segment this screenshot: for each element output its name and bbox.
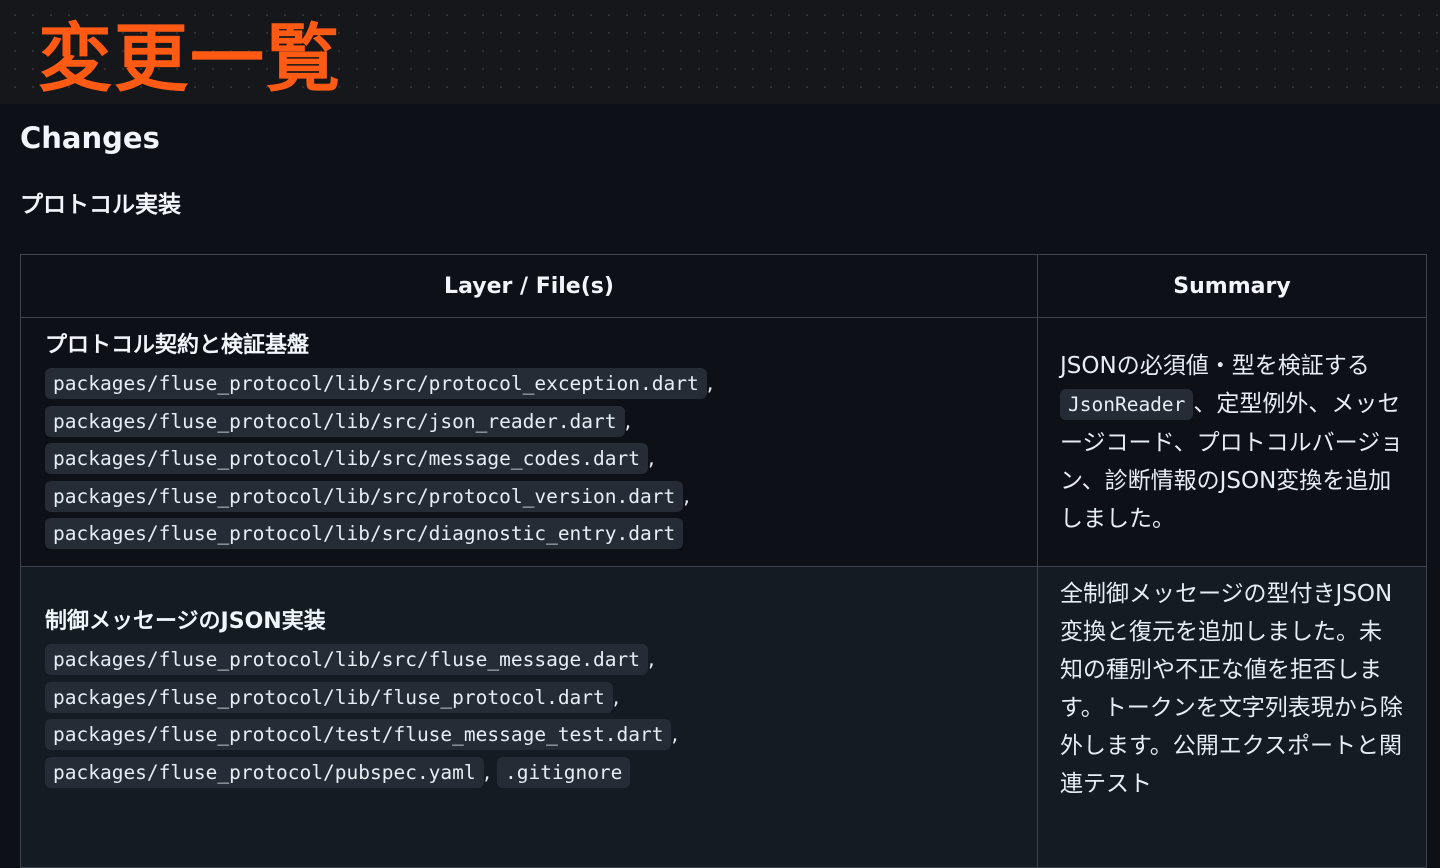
file-entry: packages/fluse_protocol/lib/src/fluse_me… (45, 641, 1013, 679)
banner-title: 変更一覧 (38, 16, 342, 102)
separator: , (624, 408, 632, 433)
summary-text: 全制御メッセージの型付きJSON変換と復元を追加しました。未知の種別や不正な値を… (1060, 581, 1403, 797)
file-entry: packages/fluse_protocol/lib/src/protocol… (45, 365, 1013, 403)
file-entry: packages/fluse_protocol/test/fluse_messa… (45, 716, 1013, 754)
separator: , (706, 371, 714, 396)
file-path: packages/fluse_protocol/lib/fluse_protoc… (45, 681, 613, 713)
file-entry: packages/fluse_protocol/lib/src/json_rea… (45, 403, 1013, 441)
file-entry: packages/fluse_protocol/lib/fluse_protoc… (45, 679, 1013, 717)
file-path: packages/fluse_protocol/lib/src/protocol… (45, 480, 684, 512)
summary-cell: 全制御メッセージの型付きJSON変換と復元を追加しました。未知の種別や不正な値を… (1037, 566, 1427, 868)
changes-table: Layer / File(s) Summary プロトコル契約と検証基盤 pac… (20, 254, 1427, 868)
table-row: プロトコル契約と検証基盤 packages/fluse_protocol/lib… (20, 317, 1427, 567)
layer-title: プロトコル契約と検証基盤 (45, 333, 310, 359)
separator: , (671, 722, 679, 747)
separator: , (683, 483, 690, 508)
file-path: packages/fluse_protocol/lib/src/json_rea… (45, 405, 625, 437)
separator: , (648, 647, 655, 671)
file-path: packages/fluse_protocol/test/fluse_messa… (45, 719, 672, 751)
file-path: packages/fluse_protocol/lib/src/protocol… (45, 368, 707, 400)
layer-cell: 制御メッセージのJSON実装 packages/fluse_protocol/l… (20, 566, 1038, 868)
file-entry: packages/fluse_protocol/lib/src/message_… (45, 440, 1013, 478)
summary-text: JSONの必須値・型を検証する (1060, 352, 1370, 379)
file-path: .gitignore (497, 756, 631, 788)
file-path: packages/fluse_protocol/lib/src/fluse_me… (45, 644, 648, 675)
header-layer-files: Layer / File(s) (20, 254, 1038, 318)
layer-cell: プロトコル契約と検証基盤 packages/fluse_protocol/lib… (20, 317, 1038, 567)
header-summary: Summary (1037, 254, 1427, 318)
section-heading: Changes (20, 121, 160, 155)
file-entry: packages/fluse_protocol/lib/src/diagnost… (45, 515, 1013, 553)
title-banner: 変更一覧 (0, 0, 1440, 104)
section-subheading: プロトコル実装 (20, 192, 181, 218)
separator: , (648, 446, 655, 471)
layer-title: 制御メッセージのJSON実装 (45, 609, 326, 634)
file-entry: packages/fluse_protocol/pubspec.yaml, .g… (45, 754, 1013, 792)
file-path: packages/fluse_protocol/lib/src/diagnost… (45, 518, 684, 550)
table-header-row: Layer / File(s) Summary (20, 254, 1427, 318)
file-path: packages/fluse_protocol/lib/src/message_… (45, 443, 648, 475)
file-path: packages/fluse_protocol/pubspec.yaml (45, 756, 484, 788)
separator: , (483, 759, 491, 784)
file-entry: packages/fluse_protocol/lib/src/protocol… (45, 478, 1013, 516)
table-row: 制御メッセージのJSON実装 packages/fluse_protocol/l… (20, 566, 1427, 868)
summary-inline-code: JsonReader (1060, 388, 1194, 420)
summary-cell: JSONの必須値・型を検証するJsonReader 、定型例外、メッセージコード、… (1037, 317, 1427, 567)
separator: , (612, 684, 620, 709)
